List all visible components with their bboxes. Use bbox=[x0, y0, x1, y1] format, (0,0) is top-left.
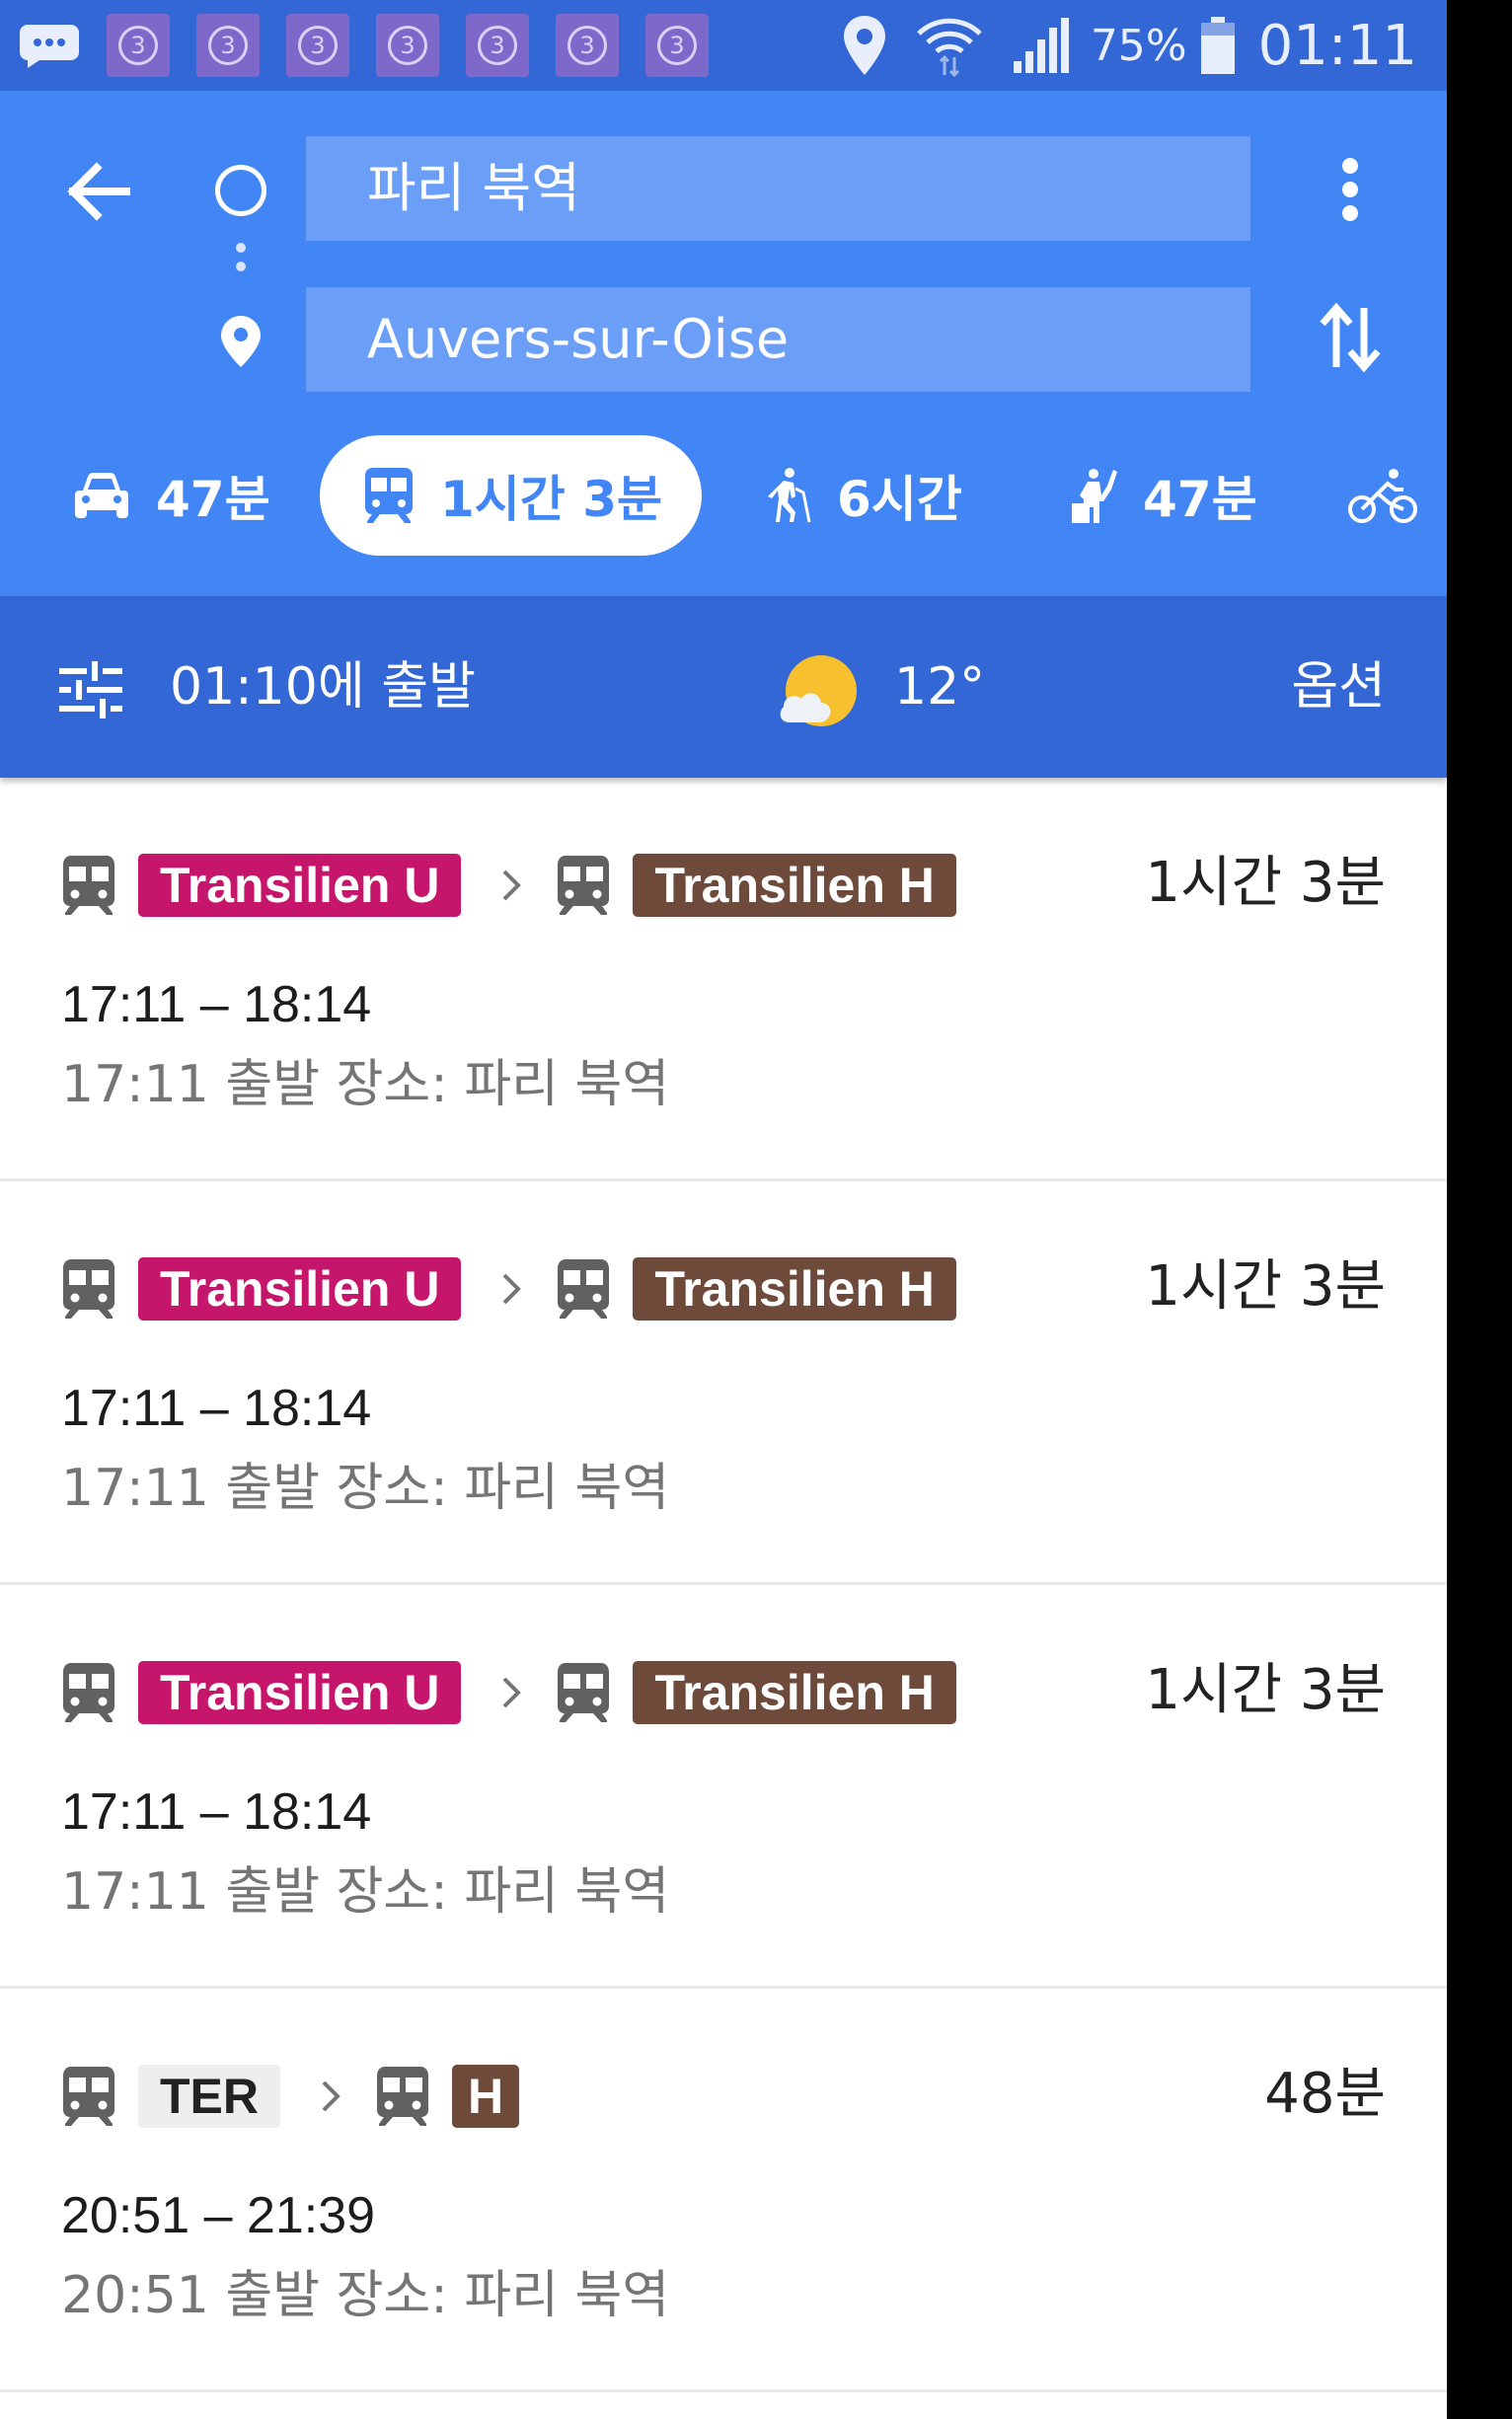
train-icon bbox=[63, 1663, 114, 1722]
car-icon bbox=[75, 473, 128, 518]
notification-icons: 3 3 3 3 3 3 3 bbox=[18, 14, 735, 77]
destination-field[interactable]: Auvers-sur-Oise bbox=[306, 287, 1250, 392]
mode-tab-transit[interactable]: 1시간 3분 bbox=[320, 435, 702, 556]
badge-number: 3 bbox=[567, 26, 607, 65]
train-icon bbox=[377, 2067, 428, 2126]
wifi-icon bbox=[917, 18, 982, 77]
train-icon bbox=[63, 1259, 114, 1319]
tune-icon[interactable] bbox=[59, 659, 122, 720]
system-icons: 75% 01:11 bbox=[812, 6, 1417, 85]
route-duration: 48분 bbox=[1264, 2062, 1386, 2126]
travel-mode-tabs: 47분 1시간 3분 6시간 47분 bbox=[0, 435, 1447, 560]
route-duration: 1시간 3분 bbox=[1145, 1254, 1386, 1319]
train-icon bbox=[558, 1259, 610, 1319]
chevron-right-icon bbox=[322, 2080, 340, 2112]
departure-time-button[interactable]: 01:10에 출발 bbox=[170, 596, 476, 778]
train-icon bbox=[558, 1663, 610, 1722]
route-times: 17:11 – 18:14 bbox=[61, 976, 372, 1033]
temperature: 12° bbox=[894, 657, 986, 717]
badge-number: 3 bbox=[118, 26, 158, 65]
signal-icon bbox=[1013, 18, 1069, 73]
route-result[interactable]: Transilien U Transilien H 1시간 3분 17:11 –… bbox=[0, 1585, 1447, 1989]
mode-tab-label: 47분 bbox=[1143, 471, 1257, 528]
origin-field[interactable]: 파리 북역 bbox=[306, 136, 1250, 241]
route-result[interactable]: Transilien U Transilien H 1시간 3분 17:11 –… bbox=[0, 1181, 1447, 1585]
route-departure-info: 17:11 출발 장소: 파리 북역 bbox=[61, 1055, 670, 1114]
mode-tab-label: 1시간 3분 bbox=[440, 471, 662, 528]
mode-tab-walking[interactable]: 6시간 bbox=[766, 435, 962, 556]
chevron-right-icon bbox=[503, 1273, 522, 1305]
mode-tab-ride[interactable]: 47분 bbox=[1068, 435, 1257, 556]
line-badge: TER bbox=[138, 2065, 280, 2128]
line-badge: H bbox=[452, 2065, 520, 2128]
chevron-right-icon bbox=[503, 1677, 522, 1708]
route-dots-icon bbox=[234, 243, 248, 284]
route-times: 17:11 – 18:14 bbox=[61, 1380, 372, 1437]
walk-icon bbox=[768, 468, 811, 523]
notification-badge: 3 bbox=[556, 14, 619, 77]
origin-circle-icon bbox=[215, 165, 266, 216]
train-icon bbox=[63, 2067, 114, 2126]
badge-number: 3 bbox=[478, 26, 517, 65]
route-segments: TER H bbox=[61, 2062, 520, 2131]
battery-icon bbox=[1200, 17, 1235, 74]
badge-number: 3 bbox=[298, 26, 338, 65]
swap-vert-icon[interactable] bbox=[1317, 296, 1384, 379]
line-badge: Transilien U bbox=[138, 854, 462, 917]
route-segments: Transilien U Transilien H bbox=[61, 1658, 956, 1727]
notification-badge: 3 bbox=[286, 14, 349, 77]
route-departure-info: 20:51 출발 장소: 파리 북역 bbox=[61, 2266, 670, 2325]
destination-pin-icon bbox=[221, 316, 261, 367]
status-bar: 3 3 3 3 3 3 3 75% 01:11 bbox=[0, 0, 1447, 91]
train-icon bbox=[63, 856, 114, 915]
mode-tab-label: 6시간 bbox=[837, 471, 962, 528]
mode-tab-driving[interactable]: 47분 bbox=[73, 435, 270, 556]
ride-hail-icon bbox=[1072, 469, 1117, 523]
badge-number: 3 bbox=[208, 26, 248, 65]
battery-percent: 75% bbox=[1090, 20, 1187, 71]
more-vert-icon[interactable] bbox=[1323, 150, 1378, 229]
route-times: 20:51 – 21:39 bbox=[61, 2187, 376, 2244]
route-segments: Transilien U Transilien H bbox=[61, 1254, 956, 1323]
notification-badge: 3 bbox=[466, 14, 529, 77]
route-departure-info: 17:11 출발 장소: 파리 북역 bbox=[61, 1459, 670, 1518]
back-arrow-icon[interactable] bbox=[57, 150, 140, 233]
train-icon bbox=[365, 468, 413, 523]
route-duration: 1시간 3분 bbox=[1145, 1658, 1386, 1722]
notification-badge: 3 bbox=[107, 14, 170, 77]
route-segments: Transilien U Transilien H bbox=[61, 851, 956, 920]
route-duration: 1시간 3분 bbox=[1145, 851, 1386, 915]
train-icon bbox=[558, 856, 610, 915]
line-badge: Transilien U bbox=[138, 1257, 462, 1321]
route-times: 17:11 – 18:14 bbox=[61, 1783, 372, 1841]
options-button[interactable]: 옵션 bbox=[1291, 596, 1386, 778]
message-icon bbox=[20, 25, 79, 68]
departure-options-bar: 01:10에 출발 12° 옵션 bbox=[0, 596, 1447, 778]
line-badge: Transilien U bbox=[138, 1661, 462, 1724]
location-icon bbox=[843, 16, 885, 75]
route-departure-info: 17:11 출발 장소: 파리 북역 bbox=[61, 1862, 670, 1922]
bike-icon bbox=[1348, 469, 1417, 523]
notification-badge: 3 bbox=[645, 14, 709, 77]
chevron-right-icon bbox=[503, 869, 522, 901]
line-badge: Transilien H bbox=[633, 1257, 956, 1321]
clock: 01:11 bbox=[1257, 13, 1417, 78]
line-badge: Transilien H bbox=[633, 854, 956, 917]
badge-number: 3 bbox=[657, 26, 697, 65]
mode-tab-cycling[interactable] bbox=[1348, 435, 1445, 556]
notification-badge: 3 bbox=[376, 14, 439, 77]
route-result[interactable]: TER H 48분 20:51 – 21:39 20:51 출발 장소: 파리 … bbox=[0, 1989, 1447, 2392]
directions-header: 파리 북역 Auvers-sur-Oise 47분 1시간 3분 6시간 47분 bbox=[0, 91, 1447, 596]
line-badge: Transilien H bbox=[633, 1661, 956, 1724]
route-results-list: Transilien U Transilien H 1시간 3분 17:11 –… bbox=[0, 778, 1447, 2392]
app-screen: 3 3 3 3 3 3 3 75% 01:11 파리 북역 Auvers-sur… bbox=[0, 0, 1447, 2419]
notification-badge: 3 bbox=[196, 14, 260, 77]
route-result[interactable]: Transilien U Transilien H 1시간 3분 17:11 –… bbox=[0, 778, 1447, 1181]
partly-cloudy-icon bbox=[780, 655, 857, 726]
badge-number: 3 bbox=[388, 26, 427, 65]
mode-tab-label: 47분 bbox=[156, 471, 270, 528]
